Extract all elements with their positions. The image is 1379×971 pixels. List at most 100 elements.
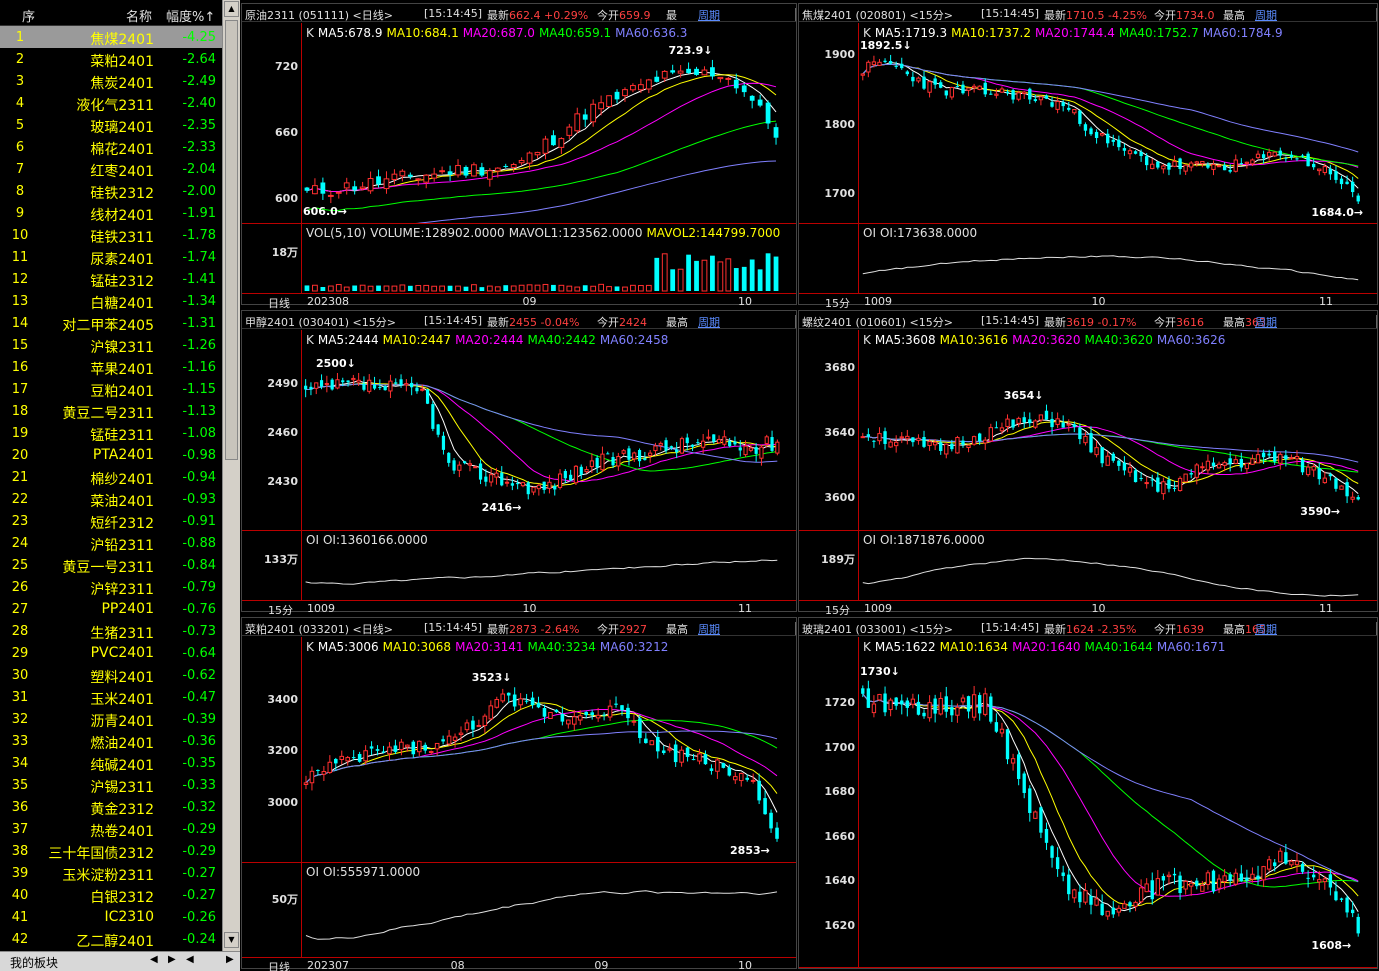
list-row[interactable]: 34 纯碱2401 -0.35	[0, 752, 222, 774]
list-row[interactable]: 18 黄豆二号2311 -1.13	[0, 400, 222, 422]
list-row[interactable]: 1 焦煤2401 -4.25	[0, 26, 222, 48]
list-row[interactable]: 6 棉花2401 -2.33	[0, 136, 222, 158]
list-row[interactable]: 23 短纤2312 -0.91	[0, 510, 222, 532]
list-row[interactable]: 40 白银2312 -0.27	[0, 884, 222, 906]
volume-bar	[526, 284, 533, 292]
maximize-icon[interactable]: □	[795, 315, 796, 328]
list-row[interactable]: 9 线材2401 -1.91	[0, 202, 222, 224]
list-row[interactable]: 28 生猪2311 -0.73	[0, 620, 222, 642]
list-row[interactable]: 35 沪锡2311 -0.33	[0, 774, 222, 796]
chart-panel[interactable]: 焦煤2401 (020801) <15分> [15:14:45] 最新1710.5 …	[798, 3, 1378, 310]
candle-body	[1266, 859, 1272, 870]
list-row[interactable]: 3 焦炭2401 -2.49	[0, 70, 222, 92]
period-link[interactable]: 周期	[1255, 621, 1277, 635]
chart-panel[interactable]: 玻璃2401 (033001) <15分> [15:14:45] 最新1624 -2…	[798, 617, 1378, 971]
candle-body	[1350, 181, 1355, 193]
tab-left-icon[interactable]: ◀	[150, 954, 158, 965]
candle-body	[710, 67, 715, 77]
my-sector-tab[interactable]: 我的板块	[10, 954, 58, 971]
list-row[interactable]: 16 苹果2401 -1.16	[0, 356, 222, 378]
candle-body	[557, 473, 563, 488]
col-change-header[interactable]: 幅度%↑	[166, 6, 215, 25]
list-row[interactable]: 20 PTA2401 -0.98	[0, 444, 222, 466]
row-index: 15	[11, 338, 29, 353]
row-index: 17	[11, 382, 29, 397]
period-link[interactable]: 周期	[698, 621, 720, 635]
candlestick-chart[interactable]	[860, 23, 1375, 223]
list-row[interactable]: 19 锰硅2311 -1.08	[0, 422, 222, 444]
period-link[interactable]: 周期	[698, 314, 720, 328]
list-row[interactable]: 7 红枣2401 -2.04	[0, 158, 222, 180]
list-row[interactable]: 27 PP2401 -0.76	[0, 598, 222, 620]
chart-panel[interactable]: 螺纹2401 (010601) <15分> [15:14:45] 最新3619 -0…	[798, 310, 1378, 617]
period-link[interactable]: 周期	[1255, 314, 1277, 328]
list-scrollbar[interactable]: ▲ ▼	[222, 0, 240, 951]
maximize-icon[interactable]: □	[1376, 622, 1377, 635]
candlestick-chart[interactable]	[303, 330, 794, 530]
period-link[interactable]: 周期	[1255, 7, 1277, 21]
list-row[interactable]: 13 白糖2401 -1.34	[0, 290, 222, 312]
row-index: 29	[11, 646, 29, 661]
candlestick-chart[interactable]	[860, 330, 1375, 530]
chart-panel[interactable]: 菜粕2401 (033201) <日线> [15:14:45] 最新2873 -2.…	[241, 617, 797, 971]
list-row[interactable]: 11 尿素2401 -1.74	[0, 246, 222, 268]
maximize-icon[interactable]: □	[795, 622, 796, 635]
list-row[interactable]: 36 黄金2312 -0.32	[0, 796, 222, 818]
list-row[interactable]: 30 塑料2401 -0.62	[0, 664, 222, 686]
list-row[interactable]: 14 对二甲苯2405 -1.31	[0, 312, 222, 334]
list-row[interactable]: 10 硅铁2311 -1.78	[0, 224, 222, 246]
list-row[interactable]: 25 黄豆一号2311 -0.84	[0, 554, 222, 576]
list-row[interactable]: 2 菜粕2401 -2.64	[0, 48, 222, 70]
candle-body	[614, 703, 618, 705]
scroll-up-icon[interactable]: ▲	[224, 1, 239, 17]
list-row[interactable]: 21 棉纱2401 -0.94	[0, 466, 222, 488]
candlestick-chart[interactable]	[860, 637, 1375, 967]
list-row[interactable]: 24 沪铅2311 -0.88	[0, 532, 222, 554]
scroll-thumb[interactable]	[225, 20, 238, 460]
list-row[interactable]: 41 IC2310 -0.26	[0, 906, 222, 928]
scroll-down-icon[interactable]: ▼	[224, 932, 239, 948]
row-index: 18	[11, 404, 29, 419]
maximize-icon[interactable]: □	[795, 8, 796, 21]
candle-body	[749, 95, 755, 101]
maximize-icon[interactable]: □	[1376, 8, 1377, 21]
contract-name: 沪铅2311	[90, 538, 154, 554]
instrument-name: 玻璃2401 (033001) <15分>	[802, 623, 953, 636]
list-row[interactable]: 38 三十年国债2312 -0.29	[0, 840, 222, 862]
candle-body	[1094, 898, 1099, 906]
candle-body	[383, 386, 387, 391]
candlestick-chart[interactable]	[303, 23, 794, 223]
list-row[interactable]: 12 锰硅2312 -1.41	[0, 268, 222, 290]
list-row[interactable]: 26 沪锌2311 -0.79	[0, 576, 222, 598]
list-row[interactable]: 8 硅铁2312 -2.00	[0, 180, 222, 202]
list-row[interactable]: 29 PVC2401 -0.64	[0, 642, 222, 664]
volume-bar	[510, 285, 517, 292]
period-link[interactable]: 周期	[698, 7, 720, 21]
list-row[interactable]: 33 燃油2401 -0.36	[0, 730, 222, 752]
list-row[interactable]: 17 豆粕2401 -1.15	[0, 378, 222, 400]
col-index-header[interactable]: 序	[22, 6, 35, 25]
list-row[interactable]: 42 乙二醇2401 -0.24	[0, 928, 222, 950]
hscroll-left-icon[interactable]: ◀	[186, 954, 194, 965]
y-tick-label: 1620	[824, 918, 855, 932]
col-name-header[interactable]: 名称	[126, 6, 152, 25]
candlestick-chart[interactable]	[303, 637, 794, 862]
tab-right-icon[interactable]: ▶	[168, 954, 176, 965]
chart-panel[interactable]: 原油2311 (051111) <日线> [15:14:45] 最新662.4 +0…	[241, 3, 797, 310]
list-row[interactable]: 22 菜油2401 -0.93	[0, 488, 222, 510]
maximize-icon[interactable]: □	[1376, 315, 1377, 328]
list-row[interactable]: 4 液化气2311 -2.40	[0, 92, 222, 114]
ma40-line	[306, 120, 777, 212]
list-row[interactable]: 32 沥青2401 -0.39	[0, 708, 222, 730]
list-row[interactable]: 39 玉米淀粉2311 -0.27	[0, 862, 222, 884]
volume-bar	[335, 284, 342, 292]
list-row[interactable]: 5 玻璃2401 -2.35	[0, 114, 222, 136]
hscroll-right-icon[interactable]: ▶	[226, 954, 234, 965]
list-row[interactable]: 31 玉米2401 -0.47	[0, 686, 222, 708]
low-annotation: 3590→	[1300, 505, 1341, 519]
y-tick-label: 1900	[824, 48, 855, 62]
candle-body	[1177, 477, 1183, 492]
list-row[interactable]: 37 热卷2401 -0.29	[0, 818, 222, 840]
list-row[interactable]: 15 沪镍2311 -1.26	[0, 334, 222, 356]
chart-panel[interactable]: 甲醇2401 (030401) <15分> [15:14:45] 最新2455 -0…	[241, 310, 797, 617]
